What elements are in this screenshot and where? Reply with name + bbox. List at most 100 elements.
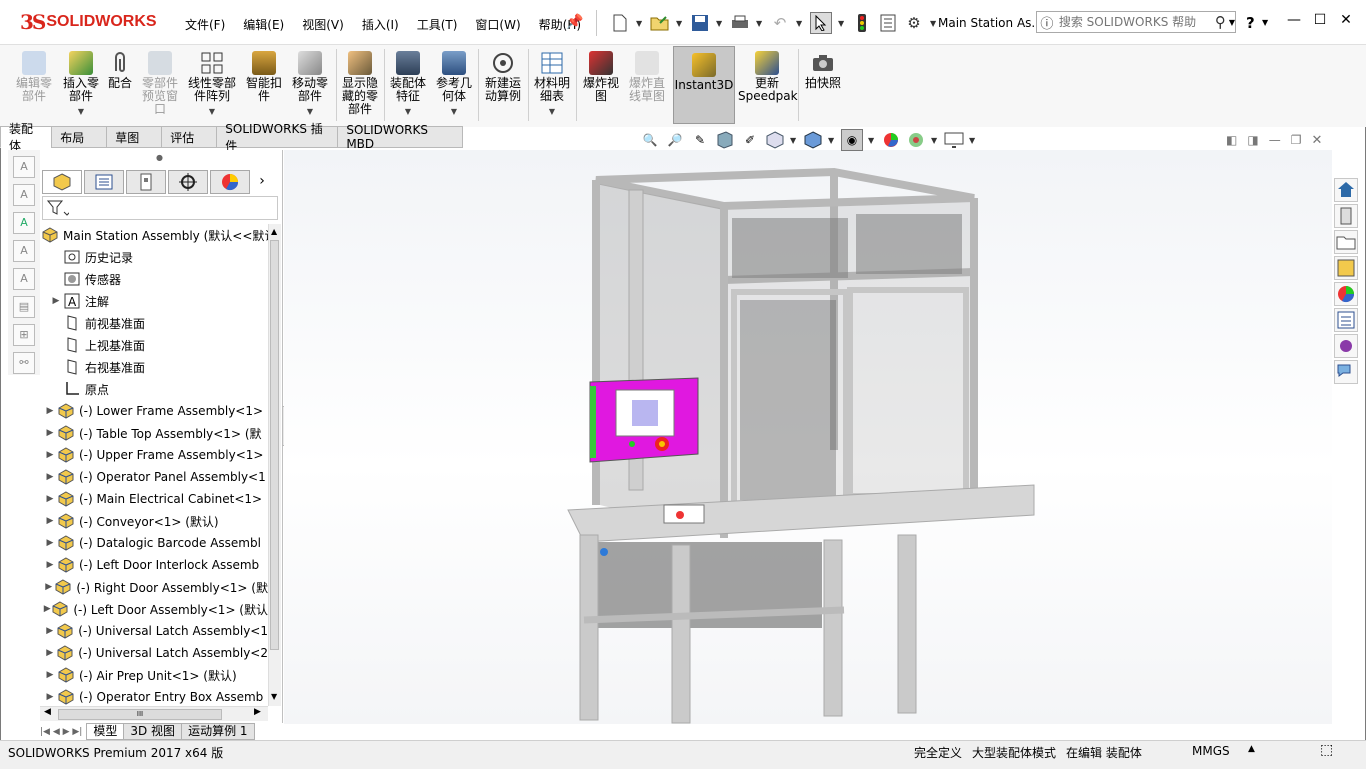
- tab-solidworks-mbd[interactable]: SOLIDWORKS MBD: [337, 123, 464, 151]
- open-folder-icon[interactable]: [650, 13, 670, 33]
- tree-item[interactable]: ▶ (-) Universal Latch Assembly<2: [42, 642, 268, 664]
- tree-item[interactable]: ▶ (-) Datalogic Barcode Assembl: [42, 532, 268, 554]
- chevron-down-icon[interactable]: ▼: [756, 19, 764, 28]
- pin-icon[interactable]: 📌: [566, 14, 583, 30]
- bill-of-materials-button[interactable]: 材料明 细表 ▼: [530, 49, 574, 118]
- expand-arrow-icon[interactable]: ▶: [42, 494, 58, 504]
- solidworks-logo[interactable]: 3S SOLIDWORKS: [20, 8, 157, 36]
- chevron-down-icon[interactable]: ▼: [838, 19, 846, 28]
- expand-arrow-icon[interactable]: ▶: [42, 450, 58, 460]
- viewport-prev-icon[interactable]: ◧: [1226, 133, 1237, 148]
- tree-item[interactable]: ▶ A 注解: [42, 290, 268, 312]
- menu-file[interactable]: 文件(F): [185, 16, 225, 33]
- annotation-link-icon[interactable]: ⚯: [13, 352, 35, 374]
- save-icon[interactable]: [690, 13, 710, 33]
- chevron-down-icon[interactable]: ▼: [636, 19, 644, 28]
- chevron-down-icon[interactable]: ▼: [1229, 18, 1235, 27]
- apply-scene-icon[interactable]: [906, 130, 926, 150]
- menu-edit[interactable]: 编辑(E): [243, 16, 284, 33]
- chevron-right-icon[interactable]: ›: [252, 170, 272, 194]
- tab-motion-study-1[interactable]: 运动算例 1: [181, 723, 255, 740]
- tree-item[interactable]: 历史记录: [42, 246, 268, 268]
- annotation-active-icon[interactable]: A: [13, 212, 35, 234]
- solidworks-resources-icon[interactable]: [1334, 178, 1358, 202]
- annotation-a-icon[interactable]: A: [13, 156, 35, 178]
- graphics-area[interactable]: [284, 150, 1332, 724]
- select-arrow-icon[interactable]: [810, 12, 832, 34]
- component-preview-window-button[interactable]: 零部件 预览窗 口: [136, 49, 184, 116]
- chat-icon[interactable]: [1334, 360, 1358, 384]
- expand-arrow-icon[interactable]: ▶: [42, 582, 55, 592]
- expand-arrow-icon[interactable]: ▶: [48, 296, 64, 306]
- tab-scroll-icon[interactable]: |◀ ◀ ▶ ▶|: [40, 727, 82, 737]
- chevron-down-icon[interactable]: ▼: [184, 105, 240, 118]
- expand-arrow-icon[interactable]: ▶: [42, 648, 57, 658]
- appearances-scenes-icon[interactable]: [1334, 282, 1358, 306]
- menu-tools[interactable]: 工具(T): [417, 16, 458, 33]
- tree-item[interactable]: 传感器: [42, 268, 268, 290]
- chevron-down-icon[interactable]: ▼: [716, 19, 724, 28]
- menu-insert[interactable]: 插入(I): [362, 16, 399, 33]
- tree-item[interactable]: 原点: [42, 378, 268, 400]
- tree-item[interactable]: ▶ (-) Operator Entry Box Assemb: [42, 686, 268, 706]
- viewport-restore-button[interactable]: ❐: [1291, 133, 1302, 148]
- annotation-settings-icon[interactable]: A: [13, 240, 35, 262]
- design-library-icon[interactable]: [1334, 204, 1358, 228]
- chevron-down-icon[interactable]: ▼: [828, 136, 836, 145]
- expand-arrow-icon[interactable]: ▶: [42, 670, 58, 680]
- hscroll-thumb[interactable]: III: [58, 709, 222, 720]
- maximize-button[interactable]: ☐: [1310, 12, 1330, 32]
- edit-appearance-icon[interactable]: [881, 130, 901, 150]
- file-properties-icon[interactable]: [878, 13, 898, 33]
- annotation-grid-icon[interactable]: ⊞: [13, 324, 35, 346]
- expand-arrow-icon[interactable]: ▶: [42, 472, 58, 482]
- tree-item[interactable]: ▶ (-) Main Electrical Cabinet<1>: [42, 488, 268, 510]
- new-document-icon[interactable]: [610, 13, 630, 33]
- show-hidden-components-button[interactable]: 显示隐 藏的零 部件: [338, 49, 382, 116]
- tree-item[interactable]: 上视基准面: [42, 334, 268, 356]
- filter-icon[interactable]: [46, 199, 71, 220]
- scroll-left-icon[interactable]: ◀: [44, 707, 51, 717]
- zoom-to-area-icon[interactable]: 🔎: [665, 130, 685, 150]
- mate-button[interactable]: 配合: [104, 49, 136, 90]
- smart-fasteners-button[interactable]: 智能扣 件: [242, 49, 286, 103]
- assembly-model-view[interactable]: [284, 150, 1332, 724]
- tree-item[interactable]: ▶ (-) Left Door Assembly<1> (默认: [42, 598, 268, 620]
- expand-arrow-icon[interactable]: ▶: [42, 604, 52, 614]
- tab-3d-views[interactable]: 3D 视图: [123, 723, 183, 740]
- viewport-minimize-button[interactable]: —: [1269, 133, 1281, 148]
- status-units[interactable]: MMGS: [1192, 744, 1230, 758]
- configuration-manager-tab-icon[interactable]: [126, 170, 166, 194]
- annotation-copy-icon[interactable]: ▤: [13, 296, 35, 318]
- help-search-input[interactable]: [1056, 14, 1211, 30]
- tree-root[interactable]: Main Station Assembly (默认<<默认: [42, 224, 268, 246]
- view-settings-icon[interactable]: [944, 130, 964, 150]
- tree-item[interactable]: ▶ (-) Left Door Interlock Assemb: [42, 554, 268, 576]
- file-explorer-icon[interactable]: [1334, 230, 1358, 254]
- status-tag-icon[interactable]: ⬚: [1320, 742, 1333, 758]
- panel-grip-icon[interactable]: ●: [156, 153, 163, 162]
- chevron-down-icon[interactable]: ▼: [969, 136, 977, 145]
- traffic-light-icon[interactable]: [852, 13, 872, 33]
- tree-item[interactable]: ▶ (-) Universal Latch Assembly<1: [42, 620, 268, 642]
- chevron-down-icon[interactable]: ▼: [931, 136, 939, 145]
- update-speedpak-button[interactable]: 更新 Speedpak: [738, 49, 798, 103]
- gear-icon[interactable]: ⚙: [904, 13, 924, 33]
- tree-item[interactable]: ▶ (-) Operator Panel Assembly<1: [42, 466, 268, 488]
- annotation-edit-icon[interactable]: A: [13, 184, 35, 206]
- tree-item[interactable]: ▶ (-) Upper Frame Assembly<1>: [42, 444, 268, 466]
- tree-item[interactable]: 前视基准面: [42, 312, 268, 334]
- insert-component-button[interactable]: 插入零 部件 ▼: [58, 49, 104, 118]
- tree-item[interactable]: ▶ (-) Conveyor<1> (默认): [42, 510, 268, 532]
- chevron-down-icon[interactable]: ▼: [930, 19, 938, 28]
- minimize-button[interactable]: —: [1284, 12, 1304, 32]
- previous-view-icon[interactable]: ✎: [690, 130, 710, 150]
- chevron-down-icon[interactable]: ▼: [386, 105, 430, 118]
- chevron-down-icon[interactable]: ▼: [676, 19, 684, 28]
- units-chevron-up-icon[interactable]: ▲: [1248, 744, 1255, 754]
- chevron-down-icon[interactable]: ▼: [286, 105, 334, 118]
- print-icon[interactable]: [730, 13, 750, 33]
- feature-tree-tab-icon[interactable]: [42, 170, 82, 194]
- explode-line-sketch-button[interactable]: 爆炸直 线草图: [624, 49, 670, 103]
- scroll-up-icon[interactable]: ▲: [271, 227, 277, 236]
